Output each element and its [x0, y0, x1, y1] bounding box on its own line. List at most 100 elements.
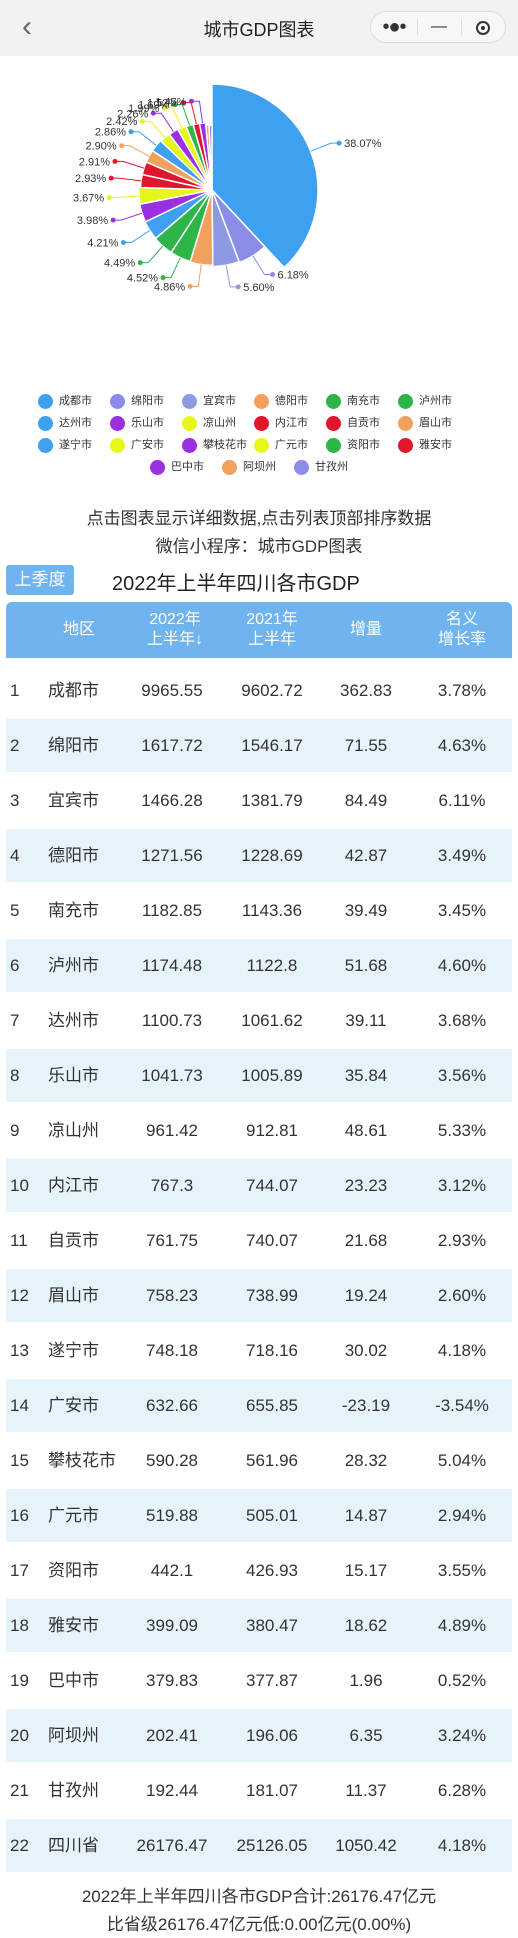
pie-leader-dot	[270, 272, 276, 278]
row-index: 3	[10, 791, 20, 810]
legend-item[interactable]: 广元市	[254, 436, 308, 453]
table-row[interactable]: 21 甘孜州 192.44 181.07 11.37 6.28%	[6, 1764, 512, 1817]
growth-rate: 3.45%	[437, 901, 487, 920]
legend-label: 广元市	[275, 439, 308, 451]
legend-item[interactable]: 宜宾市	[182, 392, 236, 409]
table-row[interactable]: 14 广安市 632.66 655.85 -23.19 -3.54%	[6, 1379, 512, 1432]
table-row[interactable]: 15 攀枝花市 590.28 561.96 28.32 5.04%	[6, 1434, 512, 1487]
legend-item[interactable]: 广安市	[110, 436, 164, 453]
table-row[interactable]: 20 阿坝州 202.41 196.06 6.35 3.24%	[6, 1709, 512, 1762]
table-row[interactable]: 13 遂宁市 748.18 718.16 30.02 4.18%	[6, 1324, 512, 1377]
legend-item[interactable]: 攀枝花市	[182, 436, 247, 453]
gdp-2022-h1: 767.3	[150, 1176, 194, 1195]
table-row[interactable]: 19 巴中市 379.83 377.87 1.96 0.52%	[6, 1654, 512, 1707]
legend-item[interactable]: 南充市	[326, 392, 380, 409]
legend-swatch	[110, 437, 125, 453]
legend-item[interactable]: 甘孜州	[294, 458, 348, 475]
table-row[interactable]: 7 达州市 1100.73 1061.62 39.11 3.68%	[6, 994, 512, 1047]
pie-value-label: 2.86%	[95, 127, 126, 139]
pie-value-label: 3.67%	[73, 193, 104, 205]
table-row[interactable]: 17 资阳市 442.1 426.93 15.17 3.55%	[6, 1544, 512, 1597]
legend-label: 凉山州	[203, 417, 236, 429]
legend-item[interactable]: 资阳市	[326, 436, 380, 453]
legend-item[interactable]: 内江市	[254, 414, 308, 431]
pie-value-label: 1.45%	[155, 96, 186, 108]
gdp-increase: 6.35	[349, 1726, 383, 1745]
table-row[interactable]: 5 南充市 1182.85 1143.36 39.49 3.45%	[6, 884, 512, 937]
gdp-increase: 11.37	[345, 1781, 387, 1800]
legend-item[interactable]: 乐山市	[110, 414, 164, 431]
gdp-2021-h1: 1061.62	[241, 1011, 303, 1030]
pie-value-label: 2.91%	[79, 156, 110, 168]
pie-value-label: 4.86%	[154, 281, 185, 293]
gdp-increase: 362.83	[340, 681, 392, 700]
table-row[interactable]: 8 乐山市 1041.73 1005.89 35.84 3.56%	[6, 1049, 512, 1102]
legend-item[interactable]: 达州市	[38, 414, 92, 431]
growth-rate: 4.89%	[437, 1616, 487, 1635]
row-index: 19	[10, 1671, 29, 1690]
legend-item[interactable]: 眉山市	[398, 414, 452, 431]
row-index: 4	[10, 846, 20, 865]
gdp-pie-chart[interactable]: 38.07% 6.18% 5.60% 4.86%4.52% 4.49% 4.21% 3.98…	[0, 0, 518, 392]
legend-label: 眉山市	[419, 417, 452, 429]
table-row[interactable]: 22 四川省 26176.47 25126.05 1050.42 4.18%	[6, 1819, 512, 1872]
pie-leader-line	[114, 160, 145, 169]
region-name: 达州市	[48, 1011, 99, 1030]
legend-item[interactable]: 巴中市	[150, 458, 204, 475]
legend-item[interactable]: 成都市	[38, 392, 92, 409]
table-row[interactable]: 16 广元市 519.88 505.01 14.87 2.94%	[6, 1489, 512, 1542]
legend-item[interactable]: 雅安市	[398, 436, 452, 453]
header-rate-line2: 增长率	[437, 631, 486, 648]
legend-item[interactable]: 绵阳市	[110, 392, 164, 409]
legend-item[interactable]: 阿坝州	[222, 458, 276, 475]
table-row[interactable]: 2 绵阳市 1617.72 1546.17 71.55 4.63%	[6, 719, 512, 772]
table-row[interactable]: 4 德阳市 1271.56 1228.69 42.87 3.49%	[6, 829, 512, 882]
table-row[interactable]: 11 自贡市 761.75 740.07 21.68 2.93%	[6, 1214, 512, 1267]
gdp-increase: 23.23	[344, 1176, 388, 1195]
legend-swatch	[38, 437, 53, 453]
growth-rate: 3.12%	[437, 1176, 487, 1195]
gdp-2022-h1: 961.42	[146, 1121, 198, 1140]
legend-item[interactable]: 遂宁市	[38, 436, 92, 453]
gdp-2022-h1: 379.83	[146, 1671, 198, 1690]
region-name: 雅安市	[48, 1616, 99, 1635]
gdp-2022-h1: 1174.48	[141, 956, 203, 975]
growth-rate: 4.18%	[437, 1836, 487, 1855]
legend-item[interactable]: 自贡市	[326, 414, 380, 431]
pie-value-label: 2.93%	[75, 173, 106, 185]
gdp-increase: 39.11	[345, 1011, 387, 1030]
table-row[interactable]: 18 雅安市 399.09 380.47 18.62 4.89%	[6, 1599, 512, 1652]
legend-item[interactable]: 泸州市	[398, 392, 452, 409]
legend-swatch	[254, 437, 269, 453]
gdp-2022-h1: 1100.73	[141, 1011, 203, 1030]
table-row[interactable]: 3 宜宾市 1466.28 1381.79 84.49 6.11%	[6, 774, 512, 827]
row-index: 17	[10, 1561, 29, 1580]
pie-leader-dot	[137, 260, 143, 266]
legend-item[interactable]: 德阳市	[254, 392, 308, 409]
legend-label: 内江市	[275, 417, 308, 429]
gdp-increase: 15.17	[344, 1561, 388, 1580]
legend-swatch	[398, 437, 413, 453]
table-row[interactable]: 6 泸州市 1174.48 1122.8 51.68 4.60%	[6, 939, 512, 992]
gdp-2021-h1: 718.16	[246, 1341, 298, 1360]
table-row[interactable]: 1 成都市 9965.55 9602.72 362.83 3.78%	[6, 664, 512, 717]
table-row[interactable]: 10 内江市 767.3 744.07 23.23 3.12%	[6, 1159, 512, 1212]
header-region[interactable]: 地区	[40, 602, 118, 658]
legend-item[interactable]: 凉山州	[182, 414, 236, 431]
growth-rate: 2.94%	[437, 1506, 487, 1525]
header-2021-h1[interactable]: 2021年 上半年	[230, 602, 314, 658]
header-2022-h1[interactable]: 2022年 上半年↓	[130, 602, 220, 658]
pie-value-label: 6.18%	[278, 270, 309, 282]
header-increase[interactable]: 增量	[326, 602, 406, 658]
header-growth-rate[interactable]: 名义 增长率	[414, 602, 510, 658]
table-row[interactable]: 9 凉山州 961.42 912.81 48.61 5.33%	[6, 1104, 512, 1157]
previous-quarter-button[interactable]: 上季度	[6, 565, 74, 595]
header-2022-line1: 2022年	[149, 611, 201, 628]
growth-rate: 3.56%	[437, 1066, 487, 1085]
table-row[interactable]: 12 眉山市 758.23 738.99 19.24 2.60%	[6, 1269, 512, 1322]
legend-label: 乐山市	[131, 417, 164, 429]
gdp-2021-h1: 1228.69	[241, 846, 303, 865]
gdp-increase: 71.55	[344, 736, 388, 755]
pie-leader-dot	[120, 239, 126, 245]
legend-label: 阿坝州	[243, 461, 276, 473]
